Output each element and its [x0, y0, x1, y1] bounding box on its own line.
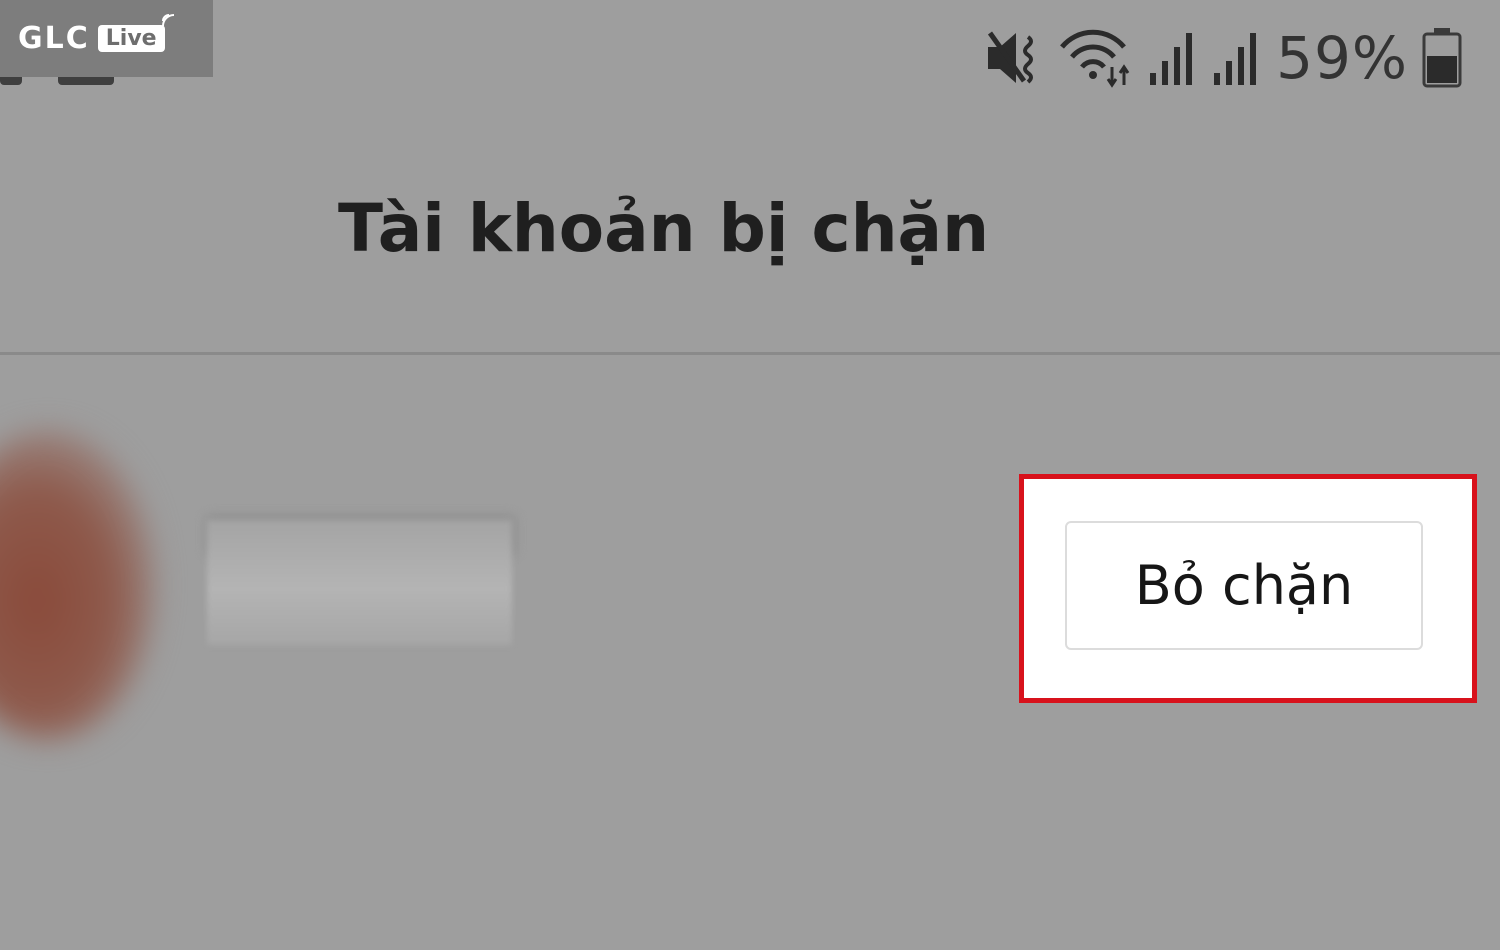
status-left-glyph — [0, 77, 22, 85]
status-left-glyph — [58, 77, 114, 85]
watermark-badge-text: Live — [105, 26, 157, 51]
signal-sim2-icon — [1212, 27, 1262, 89]
header-divider — [0, 352, 1500, 355]
signal-sim1-icon — [1148, 27, 1198, 89]
battery-percent: 59% — [1276, 24, 1408, 92]
wifi-icon — [1058, 27, 1134, 89]
glc-live-watermark: GLC Live — [0, 0, 213, 77]
watermark-badge: Live — [97, 14, 174, 52]
account-username-redacted — [207, 520, 512, 645]
mute-vibrate-icon — [984, 27, 1044, 89]
broadcast-icon — [161, 14, 174, 27]
status-bar: 59% — [984, 18, 1462, 98]
battery-icon — [1422, 26, 1462, 90]
page-title: Tài khoản bị chặn — [338, 190, 990, 267]
watermark-brand: GLC — [18, 21, 90, 56]
blocked-accounts-screen: GLC Live 59% Tài khoản bị chặn Bỏ chặn — [0, 0, 1500, 950]
avatar[interactable] — [0, 430, 155, 740]
unblock-button[interactable]: Bỏ chặn — [1065, 521, 1423, 650]
